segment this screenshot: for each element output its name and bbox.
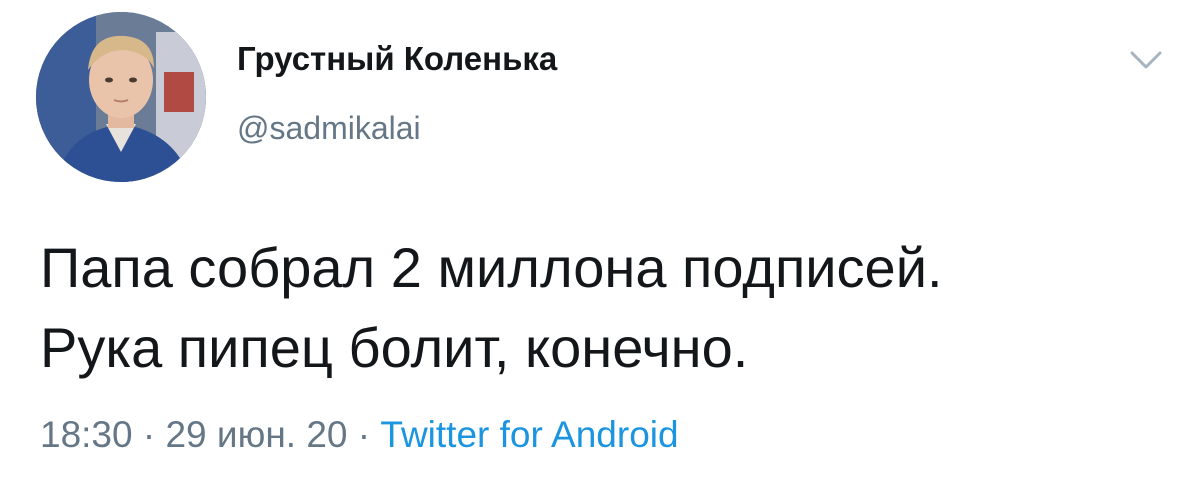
tweet-source-link[interactable]: Twitter for Android [380,414,678,455]
tweet-date[interactable]: 29 июн. 20 [165,414,347,455]
tweet-card: Грустный Коленька @sadmikalai Папа собра… [0,0,1200,481]
tweet-text-line: Папа собрал 2 миллона подписей. [40,236,943,299]
avatar-image [36,12,206,182]
author-display-name[interactable]: Грустный Коленька [237,40,557,78]
tweet-text: Папа собрал 2 миллона подписей. Рука пип… [40,228,1170,388]
tweet-text-line: Рука пипец болит, конечно. [40,316,749,379]
tweet-meta: 18:30 · 29 июн. 20 · Twitter for Android [40,414,679,456]
avatar[interactable] [36,12,206,182]
author-handle[interactable]: @sadmikalai [237,110,421,147]
chevron-down-icon[interactable] [1128,46,1164,74]
tweet-time[interactable]: 18:30 [40,414,133,455]
meta-separator: · [347,414,381,455]
meta-separator: · [132,414,166,455]
